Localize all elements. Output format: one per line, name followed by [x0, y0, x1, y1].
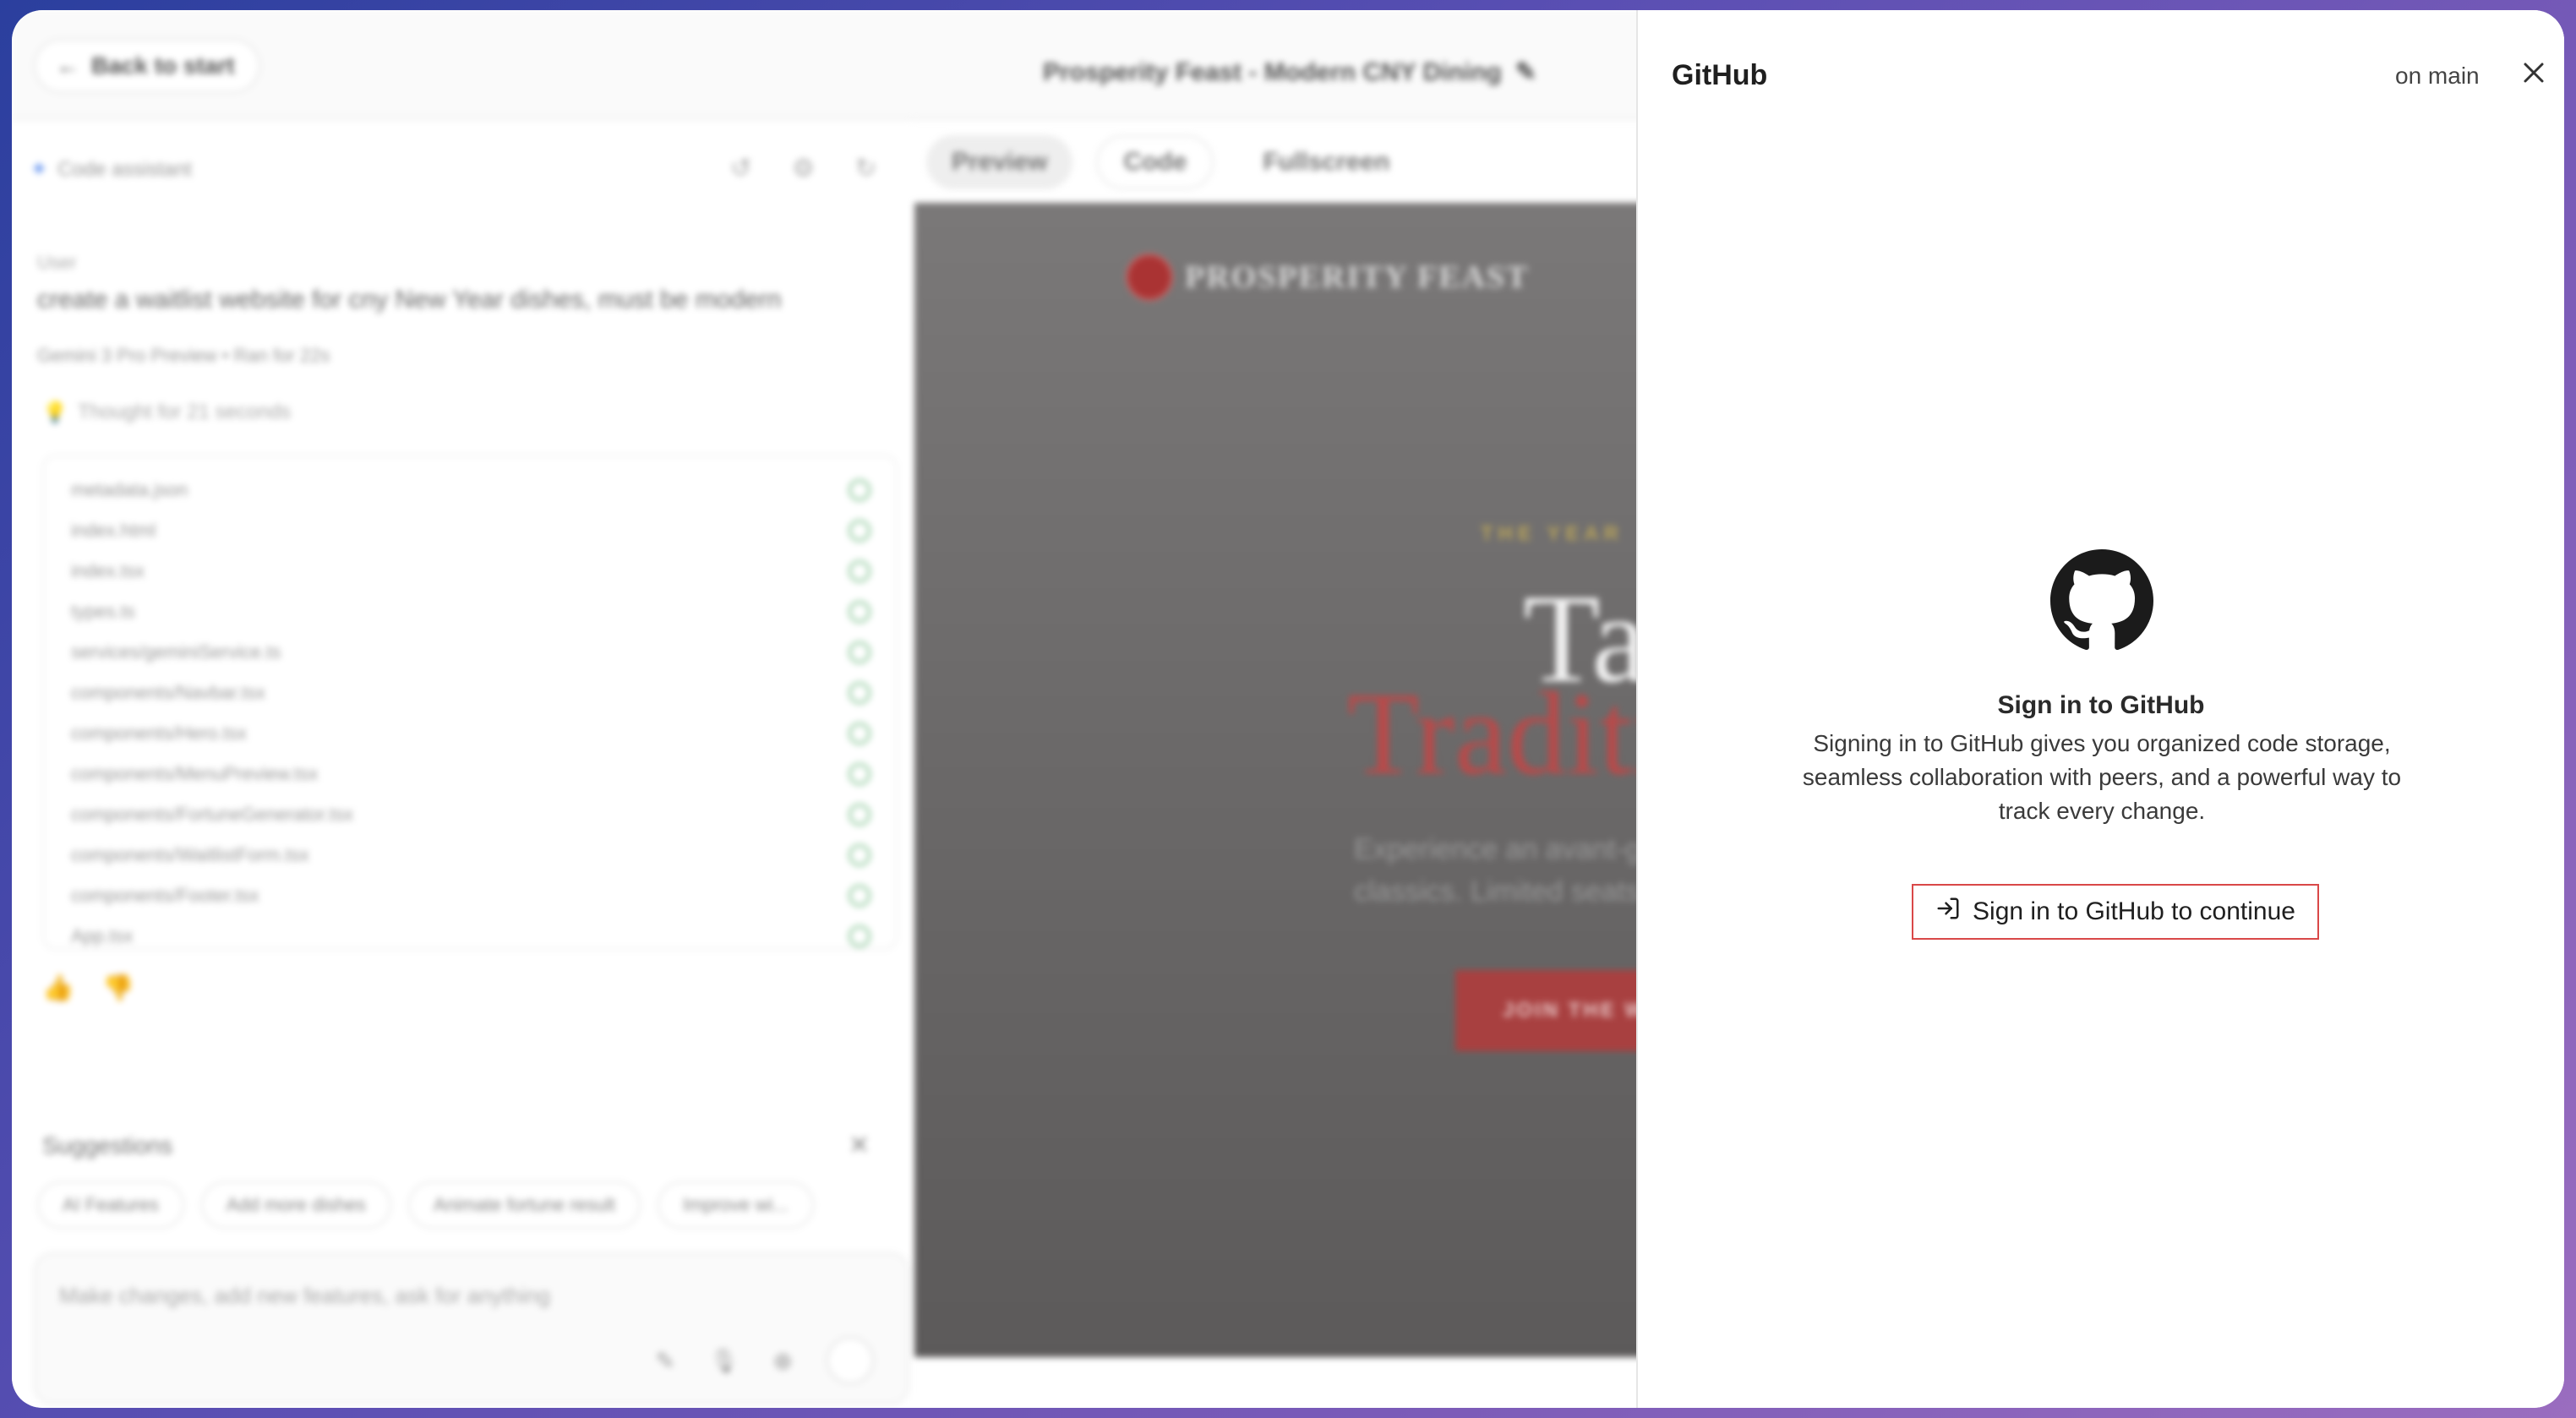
github-panel-title: GitHub [1672, 59, 1768, 91]
file-name: services/geminiService.ts [71, 641, 281, 663]
check-icon [849, 601, 870, 623]
tab-code[interactable]: Code [1096, 135, 1214, 189]
feedback-buttons: 👍 👎 [42, 974, 134, 1003]
history-icon[interactable]: ↺ [730, 154, 751, 183]
preview-body-line: Experience an avant-ga [1354, 833, 1658, 865]
preview-frame: PROSPERITY FEAST THE YEAR Ta Traditi Exp… [914, 203, 1658, 1357]
file-name: components/Navbar.tsx [71, 682, 265, 703]
check-icon [849, 925, 870, 947]
check-icon [849, 844, 870, 866]
edit-icon[interactable]: ✎ [656, 1347, 675, 1375]
user-label: User [37, 252, 77, 273]
file-row[interactable]: components/WaitlistForm.tsx [44, 835, 896, 875]
branch-label: on main [2395, 63, 2480, 89]
github-logo-icon [2050, 549, 2153, 652]
github-panel: GitHub on main Sign in to GitHub Signing… [1636, 10, 2564, 1408]
file-name: components/MenuPreview.tsx [71, 763, 319, 784]
suggestion-chip[interactable]: Add more dishes [200, 1181, 391, 1229]
close-icon[interactable]: ✕ [849, 1131, 870, 1160]
composer-placeholder: Make changes, add new features, ask for … [59, 1283, 551, 1308]
refresh-icon[interactable]: ↻ [855, 154, 876, 183]
file-name: components/WaitlistForm.tsx [71, 844, 309, 865]
check-icon [849, 682, 870, 704]
back-label: Back to start [91, 52, 235, 79]
file-row[interactable]: App.tsx [44, 916, 896, 957]
suggestion-chip[interactable]: Improve wi... [658, 1181, 814, 1229]
close-icon[interactable] [2517, 56, 2551, 90]
file-name: components/FortuneGenerator.tsx [71, 804, 353, 825]
file-row[interactable]: index.tsx [44, 551, 896, 592]
signin-description: Signing in to GitHub gives you organized… [1802, 730, 2402, 824]
file-row[interactable]: types.ts [44, 592, 896, 632]
check-icon [849, 520, 870, 542]
preview-logo: PROSPERITY FEAST [1126, 254, 1530, 301]
sparkle-icon: ✦ [30, 158, 48, 181]
brand-badge-icon [1126, 254, 1173, 301]
assistant-toolbar: ↺ ⚙ ↻ [730, 154, 876, 183]
gear-icon[interactable]: ⚙ [792, 154, 815, 183]
thumbs-up-icon[interactable]: 👍 [42, 974, 74, 1003]
signin-github-button[interactable]: Sign in to GitHub to continue [1912, 884, 2319, 940]
file-name: index.html [71, 520, 156, 541]
preview-headline-2: Traditi [1347, 668, 1658, 799]
view-tabs: Preview Code Fullscreen [926, 135, 1415, 189]
file-name: components/Footer.tsx [71, 885, 259, 906]
composer[interactable]: Make changes, add new features, ask for … [34, 1252, 909, 1404]
add-icon[interactable]: ⊕ [773, 1347, 793, 1375]
user-message: create a waitlist website for cny New Ye… [37, 286, 782, 314]
assistant-header: ✦ Code assistant [30, 157, 192, 182]
back-to-start-button[interactable]: ← Back to start [34, 39, 260, 93]
suggestion-chip[interactable]: Animate fortune result [407, 1181, 641, 1229]
file-row[interactable]: components/FortuneGenerator.tsx [44, 794, 896, 835]
file-row[interactable]: components/Footer.tsx [44, 875, 896, 916]
login-icon [1935, 896, 1961, 928]
arrow-left-icon: ← [56, 52, 79, 79]
assistant-header-label: Code assistant [57, 157, 192, 181]
composer-toolbar: ✎ 🎙 ⊕ [656, 1337, 874, 1384]
check-icon [849, 723, 870, 744]
preview-body: Experience an avant-ga classics. Limited… [1354, 828, 1657, 913]
file-row[interactable]: services/geminiService.ts [44, 632, 896, 673]
suggestion-chips: AI Features Add more dishes Animate fort… [37, 1181, 814, 1229]
mic-icon[interactable]: 🎙 [709, 1347, 740, 1375]
preview-cta-button[interactable]: JOIN THE WA [1455, 970, 1658, 1051]
file-row[interactable]: components/MenuPreview.tsx [44, 754, 896, 794]
send-button[interactable] [827, 1337, 874, 1384]
file-row[interactable]: metadata.json [44, 470, 896, 510]
file-row[interactable]: components/Navbar.tsx [44, 673, 896, 713]
check-icon [849, 641, 870, 663]
file-list: metadata.json index.html index.tsx types… [42, 455, 898, 950]
signin-heading: Sign in to GitHub [1997, 691, 2205, 719]
pencil-icon[interactable]: ✎ [1515, 57, 1536, 87]
file-name: components/Hero.tsx [71, 723, 247, 744]
project-title-text: Prosperity Feast - Modern CNY Dining [1043, 57, 1502, 86]
check-icon [849, 885, 870, 907]
suggestion-chip[interactable]: AI Features [37, 1181, 184, 1229]
thought-toggle[interactable]: 💡 Thought for 21 seconds [42, 401, 291, 425]
file-name: metadata.json [71, 479, 188, 500]
preview-brand: PROSPERITY FEAST [1185, 259, 1530, 295]
check-icon [849, 763, 870, 785]
suggestions-title: Suggestions [42, 1132, 173, 1159]
file-name: index.tsx [71, 560, 145, 581]
signin-button-label: Sign in to GitHub to continue [1973, 897, 2295, 925]
chat-panel: ✦ Code assistant ↺ ⚙ ↻ User create a wai… [12, 120, 913, 1408]
project-title: Prosperity Feast - Modern CNY Dining ✎ [1043, 57, 1536, 87]
fullscreen-button[interactable]: Fullscreen [1237, 135, 1415, 189]
check-icon [849, 479, 870, 501]
file-row[interactable]: components/Hero.tsx [44, 713, 896, 754]
file-name: App.tsx [71, 925, 134, 946]
check-icon [849, 804, 870, 826]
tab-preview[interactable]: Preview [926, 135, 1073, 189]
app-window: ← Back to start Prosperity Feast - Moder… [12, 10, 2564, 1408]
preview-eyebrow: THE YEAR [1481, 522, 1624, 545]
lightbulb-icon: 💡 [42, 401, 68, 424]
model-info: Gemini 3 Pro Preview • Ran for 22s [37, 345, 330, 366]
thumbs-down-icon[interactable]: 👎 [102, 974, 134, 1003]
file-row[interactable]: index.html [44, 510, 896, 551]
check-icon [849, 560, 870, 582]
thought-label: Thought for 21 seconds [77, 401, 292, 423]
preview-body-line: classics. Limited seats [1354, 875, 1640, 908]
file-name: types.ts [71, 601, 135, 622]
